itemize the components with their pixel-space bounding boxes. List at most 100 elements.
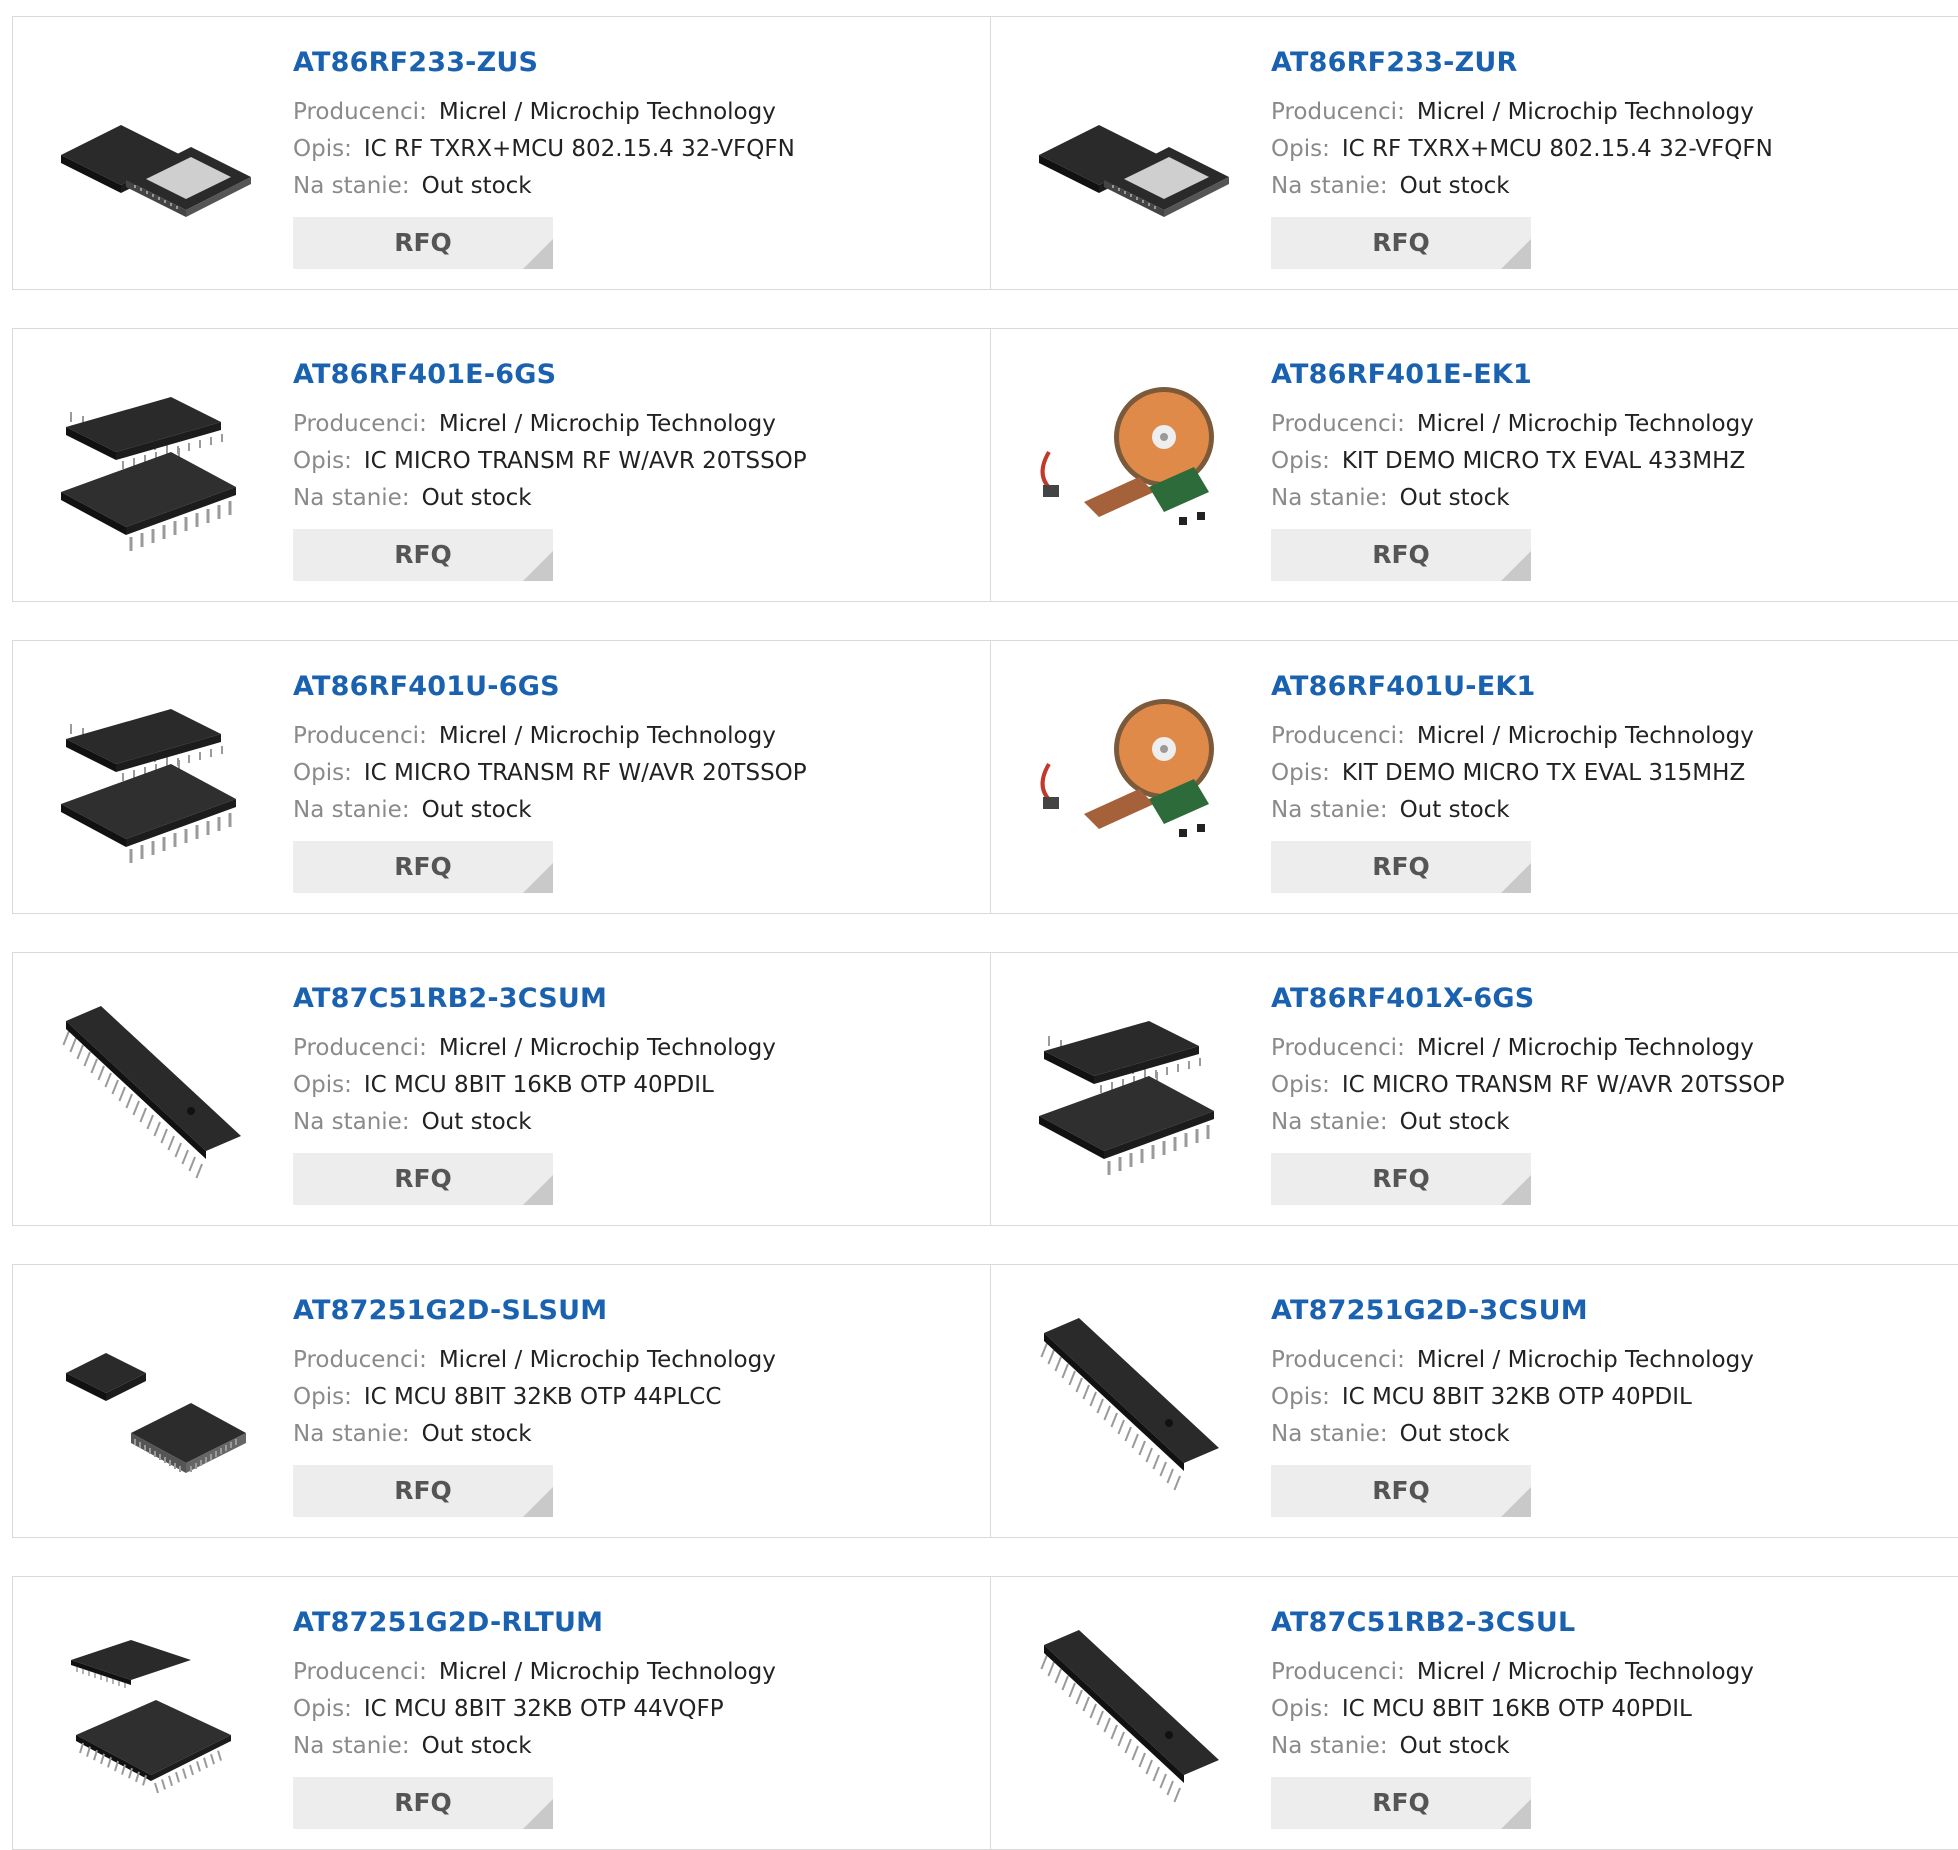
stock-line: Na stanie: Out stock [293,168,795,205]
corner-triangle-icon [523,1487,553,1517]
product-part-link[interactable]: AT86RF233-ZUR [1271,49,1773,76]
eval-kit-icon[interactable] [1029,367,1229,567]
dip-chip-icon[interactable] [1029,1615,1229,1815]
stock-line: Na stanie: Out stock [293,1416,776,1453]
rfq-button-label: RFQ [1372,540,1430,569]
product-part-link[interactable]: AT87251G2D-RLTUM [293,1609,776,1636]
product-part-link[interactable]: AT87251G2D-3CSUM [1271,1297,1754,1324]
product-part-link[interactable]: AT87C51RB2-3CSUL [1271,1609,1754,1636]
corner-triangle-icon [1501,239,1531,269]
rfq-button-label: RFQ [1372,1476,1430,1505]
stock-line: Na stanie: Out stock [293,792,807,829]
product-row: AT87C51RB2-3CSUM Producenci: Micrel / Mic… [12,952,1958,1226]
dip-chip-icon[interactable] [1029,1303,1229,1503]
description-label: Opis: [1271,760,1330,786]
description-value: IC MICRO TRANSM RF W/AVR 20TSSOP [363,760,807,786]
product-row: AT86RF401U-6GS Producenci: Micrel / Micro… [12,640,1958,914]
description-line: Opis: IC RF TXRX+MCU 802.15.4 32-VFQFN [1271,131,1773,168]
rfq-button[interactable]: RFQ [293,1777,553,1829]
rfq-button[interactable]: RFQ [1271,841,1531,893]
qfn-chip-icon[interactable] [1029,55,1229,255]
stock-value: Out stock [421,1421,532,1447]
product-card: AT87C51RB2-3CSUL Producenci: Micrel / Mic… [991,1577,1958,1849]
product-part-link[interactable]: AT87C51RB2-3CSUM [293,985,776,1012]
qfp-chip-icon[interactable] [51,1615,251,1815]
stock-value: Out stock [421,485,532,511]
manufacturer-value: Micrel / Microchip Technology [1416,1659,1754,1685]
rfq-button-label: RFQ [394,1476,452,1505]
product-row: AT86RF401E-6GS Producenci: Micrel / Micro… [12,328,1958,602]
description-label: Opis: [1271,136,1330,162]
rfq-button[interactable]: RFQ [293,529,553,581]
tssop-chip-icon[interactable] [51,367,251,567]
rfq-button[interactable]: RFQ [1271,1777,1531,1829]
qfn-chip-icon[interactable] [51,55,251,255]
description-label: Opis: [1271,1072,1330,1098]
product-info: AT86RF233-ZUR Producenci: Micrel / Microc… [1271,49,1773,205]
description-label: Opis: [1271,448,1330,474]
manufacturer-label: Producenci: [293,411,427,437]
rfq-button[interactable]: RFQ [1271,1465,1531,1517]
product-part-link[interactable]: AT86RF401E-6GS [293,361,807,388]
stock-value: Out stock [1399,1421,1510,1447]
manufacturer-label: Producenci: [293,1659,427,1685]
product-part-link[interactable]: AT86RF401U-6GS [293,673,807,700]
rfq-button[interactable]: RFQ [293,217,553,269]
stock-value: Out stock [421,1109,532,1135]
description-value: IC RF TXRX+MCU 802.15.4 32-VFQFN [1341,136,1773,162]
rfq-button[interactable]: RFQ [293,1465,553,1517]
rfq-button-label: RFQ [394,540,452,569]
manufacturer-label: Producenci: [293,99,427,125]
product-info: AT86RF401X-6GS Producenci: Micrel / Micro… [1271,985,1785,1141]
product-info: AT87C51RB2-3CSUL Producenci: Micrel / Mic… [1271,1609,1754,1765]
product-card: AT87251G2D-RLTUM Producenci: Micrel / Mic… [13,1577,991,1849]
product-part-link[interactable]: AT86RF401U-EK1 [1271,673,1754,700]
manufacturer-label: Producenci: [293,1347,427,1373]
stock-label: Na stanie: [293,1109,410,1135]
description-line: Opis: IC MICRO TRANSM RF W/AVR 20TSSOP [293,443,807,480]
stock-line: Na stanie: Out stock [1271,792,1754,829]
description-value: IC MICRO TRANSM RF W/AVR 20TSSOP [1341,1072,1785,1098]
stock-value: Out stock [421,173,532,199]
description-value: KIT DEMO MICRO TX EVAL 315MHZ [1341,760,1746,786]
description-line: Opis: IC RF TXRX+MCU 802.15.4 32-VFQFN [293,131,795,168]
stock-value: Out stock [1399,1733,1510,1759]
product-card: AT87251G2D-3CSUM Producenci: Micrel / Mic… [991,1265,1958,1537]
manufacturer-value: Micrel / Microchip Technology [438,1347,776,1373]
stock-label: Na stanie: [1271,797,1388,823]
manufacturer-label: Producenci: [1271,99,1405,125]
rfq-button[interactable]: RFQ [1271,217,1531,269]
manufacturer-value: Micrel / Microchip Technology [438,723,776,749]
rfq-button[interactable]: RFQ [293,841,553,893]
rfq-button[interactable]: RFQ [1271,1153,1531,1205]
product-part-link[interactable]: AT86RF401E-EK1 [1271,361,1754,388]
tssop-chip-icon[interactable] [51,679,251,879]
stock-label: Na stanie: [1271,173,1388,199]
rfq-button[interactable]: RFQ [1271,529,1531,581]
manufacturer-label: Producenci: [1271,1035,1405,1061]
corner-triangle-icon [523,239,553,269]
corner-triangle-icon [1501,551,1531,581]
tssop-chip-icon[interactable] [1029,991,1229,1191]
plcc-chip-icon[interactable] [51,1303,251,1503]
description-value: IC MCU 8BIT 16KB OTP 40PDIL [1341,1696,1692,1722]
eval-kit-icon[interactable] [1029,679,1229,879]
stock-label: Na stanie: [293,797,410,823]
product-part-link[interactable]: AT86RF401X-6GS [1271,985,1785,1012]
manufacturer-value: Micrel / Microchip Technology [438,1035,776,1061]
rfq-button-label: RFQ [1372,852,1430,881]
manufacturer-label: Producenci: [293,723,427,749]
description-value: KIT DEMO MICRO TX EVAL 433MHZ [1341,448,1746,474]
description-value: IC MCU 8BIT 32KB OTP 40PDIL [1341,1384,1692,1410]
product-part-link[interactable]: AT87251G2D-SLSUM [293,1297,776,1324]
description-label: Opis: [293,1696,352,1722]
product-card: AT86RF401E-EK1 Producenci: Micrel / Micro… [991,329,1958,601]
manufacturer-value: Micrel / Microchip Technology [438,99,776,125]
stock-label: Na stanie: [293,1733,410,1759]
manufacturer-line: Producenci: Micrel / Microchip Technology [1271,1342,1754,1379]
stock-value: Out stock [1399,173,1510,199]
product-part-link[interactable]: AT86RF233-ZUS [293,49,795,76]
dip-chip-icon[interactable] [51,991,251,1191]
corner-triangle-icon [523,1799,553,1829]
rfq-button[interactable]: RFQ [293,1153,553,1205]
